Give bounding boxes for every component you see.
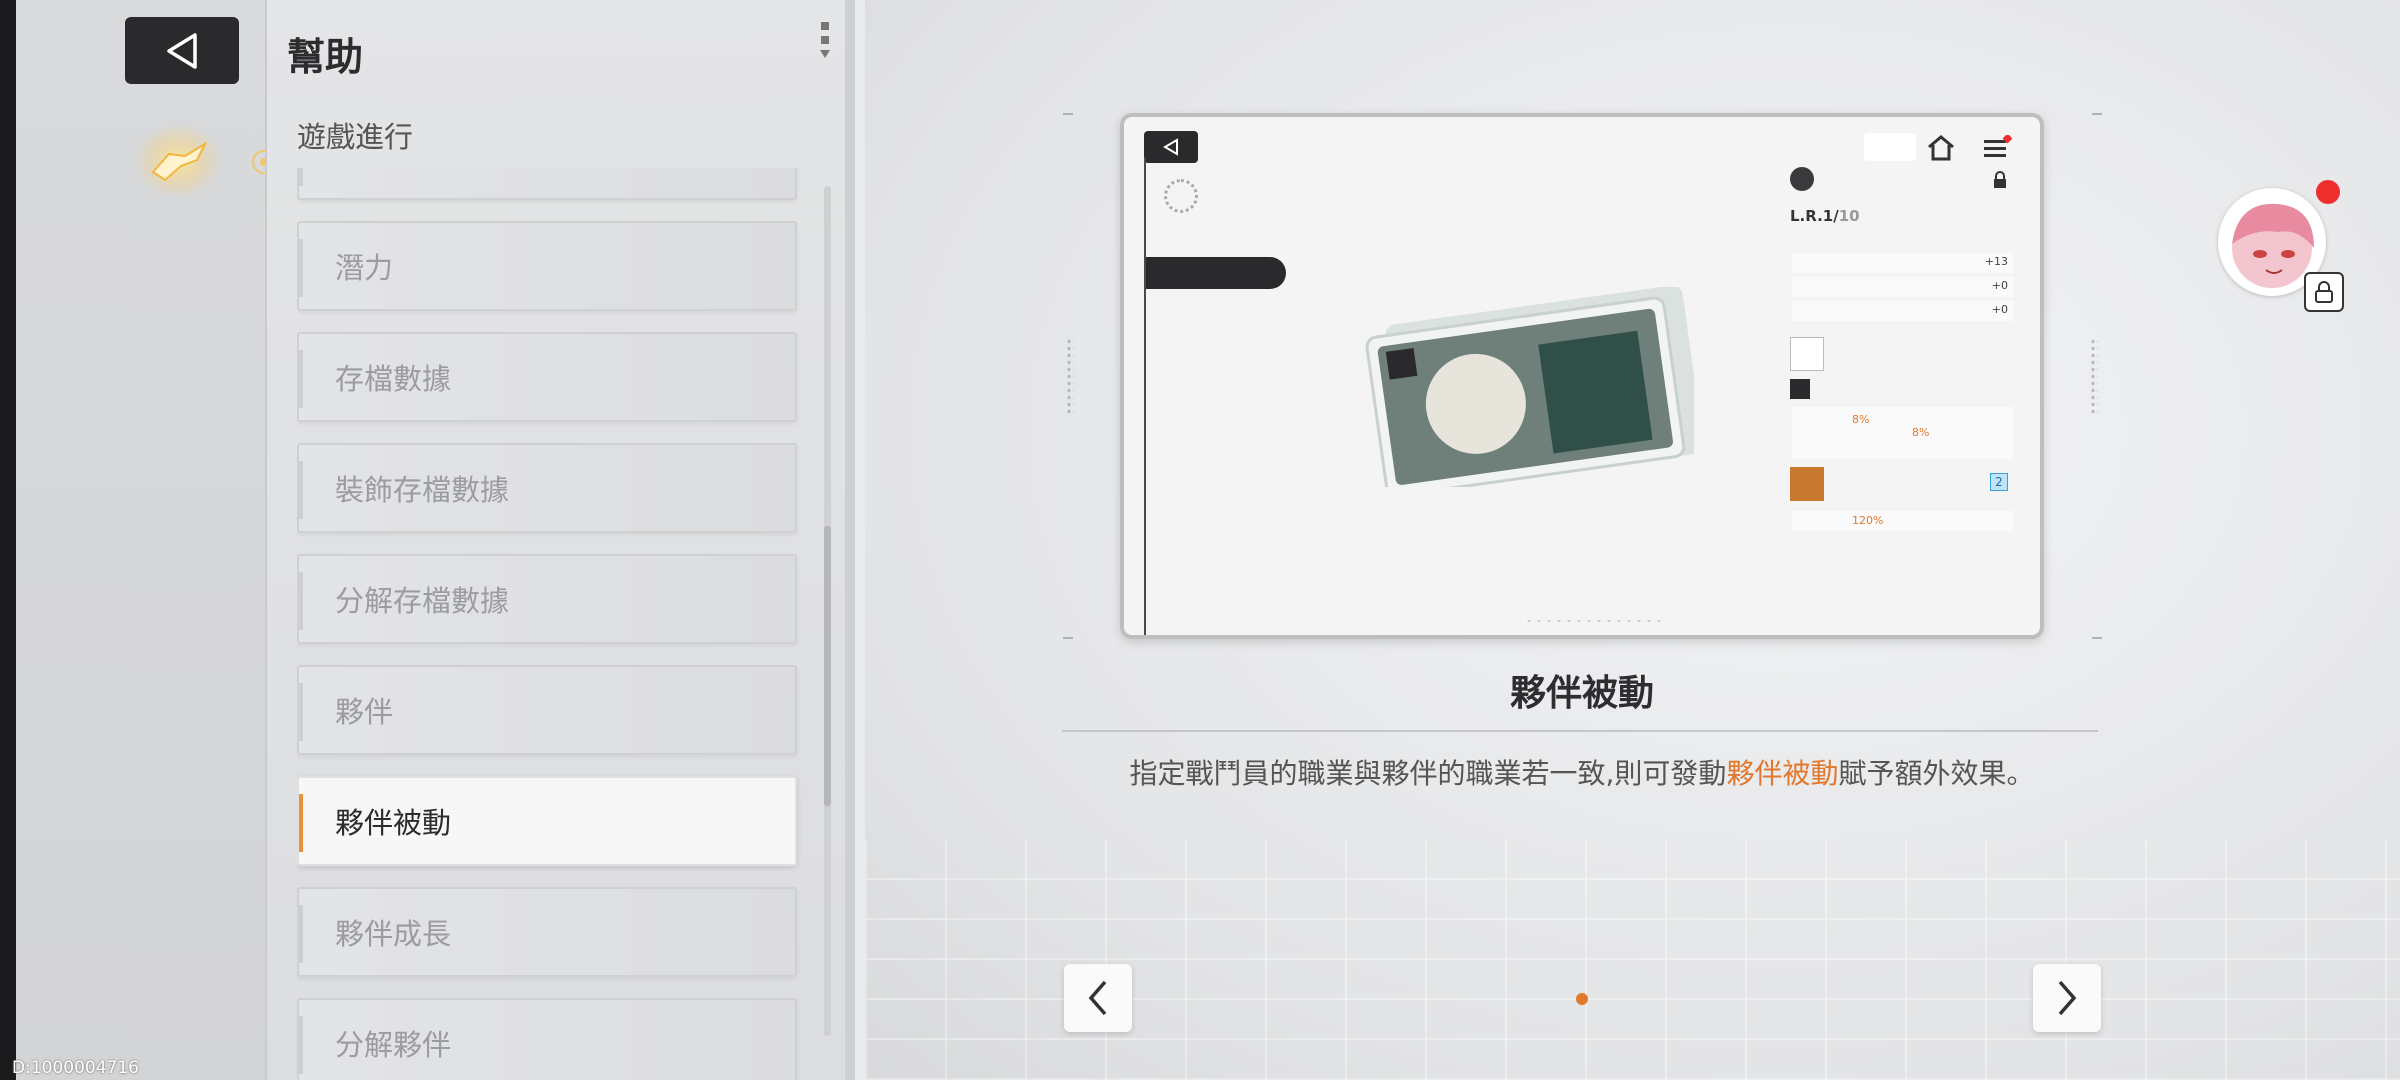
kebab-icon[interactable] <box>819 22 831 60</box>
list-item-active[interactable]: 夥伴被動 <box>297 776 797 866</box>
preview-level-max: 10 <box>1838 207 1860 225</box>
lock-icon <box>2315 281 2333 303</box>
content-title: 夥伴被動 <box>1509 673 1654 714</box>
preview-effect-box: 8% 8% <box>1792 407 2014 459</box>
preview-level: L.R.1/10 <box>1790 207 1860 225</box>
list-item[interactable]: 裝飾存檔數據 <box>297 443 797 533</box>
list-item-label: 存檔數據 <box>335 362 452 396</box>
preview-count-badge: 2 <box>1990 473 2008 491</box>
preview-percent: 8% <box>1912 426 1930 439</box>
side-dots-decoration <box>2090 338 2098 414</box>
list-item[interactable]: 分解夥伴 <box>297 998 797 1080</box>
preview-partner-card <box>1365 287 1694 487</box>
list-item[interactable]: 存檔數據 <box>297 332 797 422</box>
scrollbar-thumb[interactable] <box>824 526 831 806</box>
list-item-label: 夥伴成長 <box>335 917 452 951</box>
preview-home-icon <box>1928 135 1954 161</box>
category-label: 遊戲進行 <box>297 120 414 154</box>
preview-percent: 8% <box>1852 413 1870 426</box>
list-item[interactable]: 分解存檔數據 <box>297 554 797 644</box>
preview-menu-icon <box>1984 135 2012 157</box>
preview-back-icon <box>1144 131 1198 163</box>
preview-tab-active <box>1146 257 1286 289</box>
list-item[interactable]: 夥伴 <box>297 665 797 755</box>
previous-page-button[interactable] <box>1064 964 1132 1032</box>
preview-item-icon <box>1790 467 1824 501</box>
pagination-dot[interactable] <box>1576 993 1588 1005</box>
preview-divider <box>1144 157 1146 635</box>
left-edge <box>0 0 16 1080</box>
preview-gear-icon <box>1164 179 1198 213</box>
corner-mark <box>1063 113 1073 115</box>
help-menu-panel: 幫助 遊戲進行 潛力 存檔數據 裝飾存檔數據 分解存檔數據 夥伴 夥伴被動 夥伴… <box>265 0 855 1080</box>
list-item[interactable]: 潛力 <box>297 221 797 311</box>
preview-card-icon <box>1864 133 1916 161</box>
preview-stat-value: +0 <box>1991 279 2008 292</box>
description-text-end: 賦予額外效果。 <box>1838 757 2035 790</box>
floor-grid-decoration <box>865 840 2400 1080</box>
next-page-button[interactable] <box>2033 964 2101 1032</box>
assistant-lock-button[interactable] <box>2304 272 2344 312</box>
list-item-label: 夥伴被動 <box>335 806 452 840</box>
preview-stat-row: +0 <box>1792 277 2014 297</box>
left-rail <box>0 0 265 1080</box>
scrollbar[interactable] <box>824 186 831 1036</box>
notification-badge <box>2316 180 2340 204</box>
preview-percent: 120% <box>1852 514 1884 527</box>
preview-stats-panel: L.R.1/10 +13 +0 +0 8% 8% 2 120% <box>1784 167 2014 587</box>
preview-class-icon <box>1790 379 1810 399</box>
list-item-label: 分解存檔數據 <box>335 584 510 618</box>
build-id: D:1000004716 <box>12 1058 139 1078</box>
preview-dots-decoration <box>1524 617 1664 625</box>
preview-stat-value: +13 <box>1984 255 2008 268</box>
help-topic-list[interactable]: 潛力 存檔數據 裝飾存檔數據 分解存檔數據 夥伴 夥伴被動 夥伴成長 分解夥伴 <box>297 168 802 1080</box>
list-item-label: 分解夥伴 <box>335 1028 452 1062</box>
corner-mark <box>2092 637 2102 639</box>
page-title: 幫助 <box>287 35 364 79</box>
chevron-left-icon <box>1088 980 1107 1016</box>
content-description: 指定戰鬥員的職業與夥伴的職業若一致,則可發動夥伴被動賦予額外效果。 <box>1060 752 2104 792</box>
divider <box>1062 730 2098 732</box>
help-preview-image: L.R.1/10 +13 +0 +0 8% 8% 2 120% <box>1120 113 2044 639</box>
chevron-right-icon <box>2058 980 2077 1016</box>
preview-badge-icon <box>1790 167 1814 191</box>
back-button[interactable] <box>125 17 239 84</box>
preview-skill-icon <box>1790 337 1824 371</box>
description-highlight: 夥伴被動 <box>1726 757 1839 790</box>
list-item[interactable] <box>297 168 797 200</box>
emblem-icon <box>135 124 221 198</box>
back-arrow-icon <box>167 32 197 69</box>
side-dots-decoration <box>1066 338 1074 414</box>
list-item[interactable]: 夥伴成長 <box>297 887 797 977</box>
preview-stat-row: +0 <box>1792 301 2014 321</box>
list-item-label: 潛力 <box>335 251 394 285</box>
list-item-label: 夥伴 <box>335 695 394 729</box>
preview-stat-value: +0 <box>1991 303 2008 316</box>
lock-icon <box>1994 171 2006 188</box>
preview-level-text: L.R.1/ <box>1790 207 1839 225</box>
preview-stat-row: +13 <box>1792 253 2014 273</box>
corner-mark <box>1063 637 1073 639</box>
list-item-label: 裝飾存檔數據 <box>335 473 510 507</box>
corner-mark <box>2092 113 2102 115</box>
preview-percent-row: 120% <box>1792 511 2014 531</box>
description-text: 指定戰鬥員的職業與夥伴的職業若一致,則可發動 <box>1129 757 1727 790</box>
